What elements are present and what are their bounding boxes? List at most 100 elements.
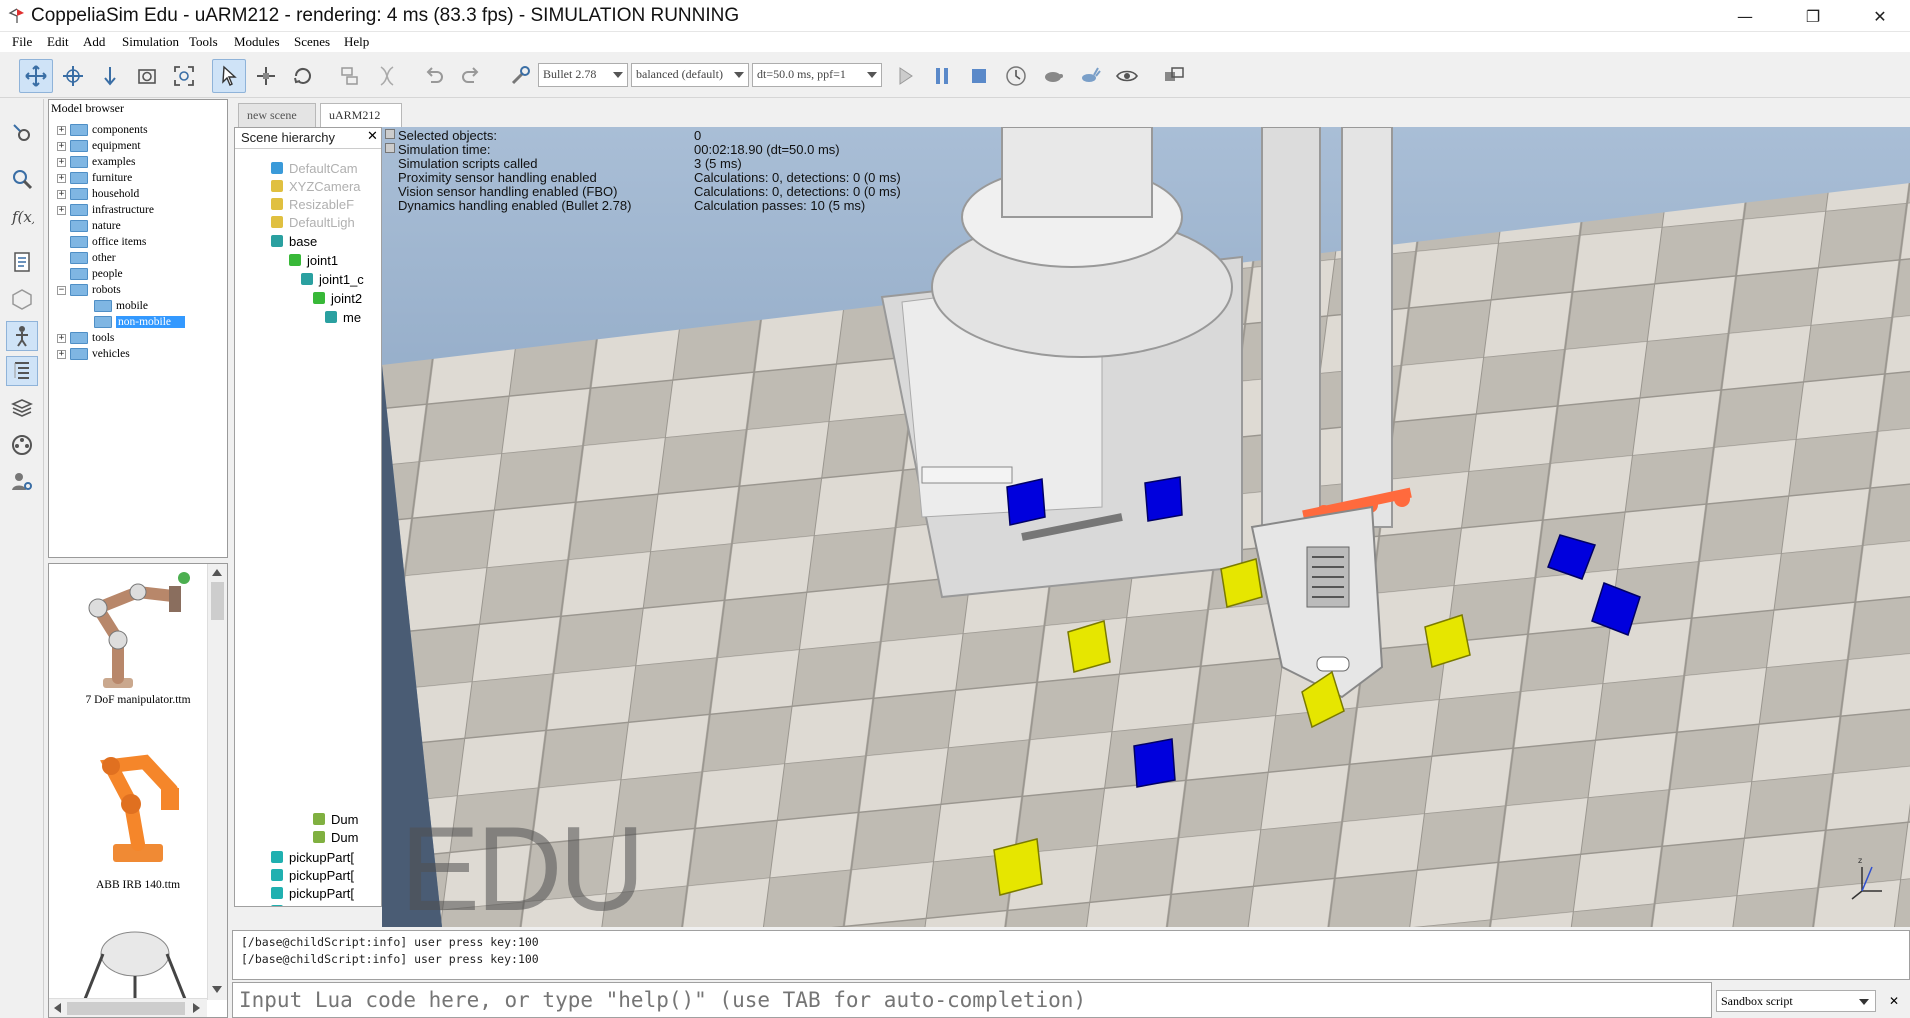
info-toggle-icon[interactable] (385, 143, 395, 153)
model-folder-other[interactable]: other (57, 250, 116, 266)
expand-toggle-icon[interactable]: + (57, 173, 66, 183)
play-icon[interactable] (888, 59, 922, 93)
zoom-camera-icon[interactable] (130, 59, 164, 93)
scene-hierarchy-toggle-icon[interactable] (6, 356, 38, 386)
speed-up-icon[interactable] (1073, 59, 1107, 93)
object-rotate-icon[interactable] (286, 59, 320, 93)
page-selector-icon[interactable] (1157, 59, 1191, 93)
stop-icon[interactable] (962, 59, 996, 93)
menu-tools[interactable]: Tools (189, 34, 218, 50)
menu-simulation[interactable]: Simulation (122, 34, 179, 50)
restore-button[interactable]: ❐ (1785, 0, 1841, 32)
hierarchy-item[interactable]: me (325, 309, 361, 325)
scroll-thumb[interactable] (211, 582, 224, 620)
thumbnail-abb-irb-140[interactable] (63, 744, 213, 874)
select-icon[interactable] (212, 59, 246, 93)
minimize-button[interactable]: — (1717, 0, 1773, 32)
menu-add[interactable]: Add (83, 34, 105, 50)
model-folder-people[interactable]: people (57, 266, 123, 282)
shape-edit-icon[interactable] (6, 284, 38, 314)
hierarchy-item[interactable]: DefaultCam (271, 160, 358, 176)
dynamics-engine-icon[interactable] (503, 59, 537, 93)
menu-help[interactable]: Help (344, 34, 369, 50)
close-window-button[interactable]: ✕ (1852, 0, 1908, 32)
hierarchy-item[interactable]: Dum (313, 829, 358, 845)
transfer-dna-icon[interactable] (370, 59, 404, 93)
menu-scenes[interactable]: Scenes (294, 34, 330, 50)
model-browser-toggle-icon[interactable] (6, 321, 38, 351)
redo-icon[interactable] (454, 59, 488, 93)
model-folder-non-mobile[interactable]: non-mobile (81, 314, 186, 330)
thumbnail-scrollbar[interactable] (207, 564, 227, 1000)
thumbnail-delta-robot[interactable] (63, 924, 213, 1000)
model-folder-furniture[interactable]: + furniture (57, 170, 132, 186)
timestep-select[interactable]: dt=50.0 ms, ppf=1 (752, 63, 882, 87)
realtime-icon[interactable] (999, 59, 1033, 93)
expand-toggle-icon[interactable]: + (57, 333, 66, 343)
object-shift-icon[interactable] (249, 59, 283, 93)
scene-hierarchy-close-icon[interactable]: ✕ (367, 129, 378, 144)
object-properties-icon[interactable] (6, 118, 38, 148)
scripts-icon[interactable] (6, 247, 38, 277)
model-folder-equipment[interactable]: + equipment (57, 138, 141, 154)
hierarchy-item[interactable]: joint1 (289, 252, 338, 268)
model-folder-nature[interactable]: nature (57, 218, 121, 234)
thumbnail-hscrollbar[interactable] (49, 998, 207, 1017)
video-recorder-icon[interactable] (6, 430, 38, 460)
engine-select[interactable]: Bullet 2.78 (538, 63, 628, 87)
menu-edit[interactable]: Edit (47, 34, 69, 50)
hierarchy-item[interactable]: joint2 (313, 290, 362, 306)
expand-toggle-icon[interactable]: + (57, 349, 66, 359)
assembly-icon[interactable] (333, 59, 367, 93)
lua-command-input[interactable] (233, 983, 1711, 1017)
slow-down-icon[interactable] (1036, 59, 1070, 93)
scroll-right-icon[interactable] (193, 1003, 200, 1013)
tab-uarm212[interactable]: uARM212 (320, 103, 402, 127)
hscroll-thumb[interactable] (67, 1002, 185, 1015)
expand-toggle-icon[interactable]: + (57, 157, 66, 167)
scroll-left-icon[interactable] (54, 1003, 61, 1013)
hierarchy-item[interactable]: joint1_c (301, 271, 364, 287)
expand-toggle-icon[interactable]: + (57, 189, 66, 199)
model-folder-vehicles[interactable]: + vehicles (57, 346, 130, 362)
expand-toggle-icon[interactable]: − (57, 285, 66, 295)
hierarchy-item[interactable]: DefaultLigh (271, 214, 355, 230)
menu-modules[interactable]: Modules (234, 34, 280, 50)
script-selector[interactable]: Sandbox script (1716, 990, 1876, 1012)
undo-icon[interactable] (417, 59, 451, 93)
fx-icon[interactable]: f(x) (6, 201, 38, 231)
hierarchy-item[interactable]: ResizableF (271, 196, 354, 212)
hierarchy-item[interactable]: pickupPart[ (271, 867, 354, 883)
model-folder-robots[interactable]: − robots (57, 282, 121, 298)
info-toggle-icon[interactable] (385, 129, 395, 139)
thumbnail-7dof-manipulator[interactable] (63, 570, 213, 700)
hierarchy-item[interactable]: pickupPart[ (271, 903, 354, 906)
move-camera-icon[interactable] (19, 59, 53, 93)
model-folder-tools[interactable]: + tools (57, 330, 114, 346)
model-folder-components[interactable]: + components (57, 122, 148, 138)
scroll-up-icon[interactable] (212, 569, 222, 576)
hierarchy-item[interactable]: XYZCamera (271, 178, 361, 194)
hierarchy-item[interactable]: base (271, 233, 317, 249)
layers-icon[interactable] (6, 393, 38, 423)
pause-icon[interactable] (925, 59, 959, 93)
hierarchy-item[interactable]: pickupPart[ (271, 885, 354, 901)
accuracy-select[interactable]: balanced (default) (631, 63, 749, 87)
user-settings-icon[interactable] (6, 467, 38, 497)
scroll-down-icon[interactable] (212, 986, 222, 993)
model-folder-household[interactable]: + household (57, 186, 139, 202)
calculation-modules-icon[interactable] (6, 164, 38, 194)
shift-camera-icon[interactable] (93, 59, 127, 93)
expand-toggle-icon[interactable]: + (57, 125, 66, 135)
model-folder-office-items[interactable]: office items (57, 234, 146, 250)
console-close-icon[interactable]: ✕ (1884, 990, 1904, 1012)
expand-toggle-icon[interactable]: + (57, 205, 66, 215)
model-folder-mobile[interactable]: mobile (81, 298, 148, 314)
rotate-camera-icon[interactable] (56, 59, 90, 93)
model-folder-infrastructure[interactable]: + infrastructure (57, 202, 154, 218)
hierarchy-item[interactable]: Dum (313, 811, 358, 827)
fit-view-icon[interactable] (167, 59, 201, 93)
expand-toggle-icon[interactable]: + (57, 141, 66, 151)
visualization-icon[interactable] (1110, 59, 1144, 93)
menu-file[interactable]: File (12, 34, 32, 50)
